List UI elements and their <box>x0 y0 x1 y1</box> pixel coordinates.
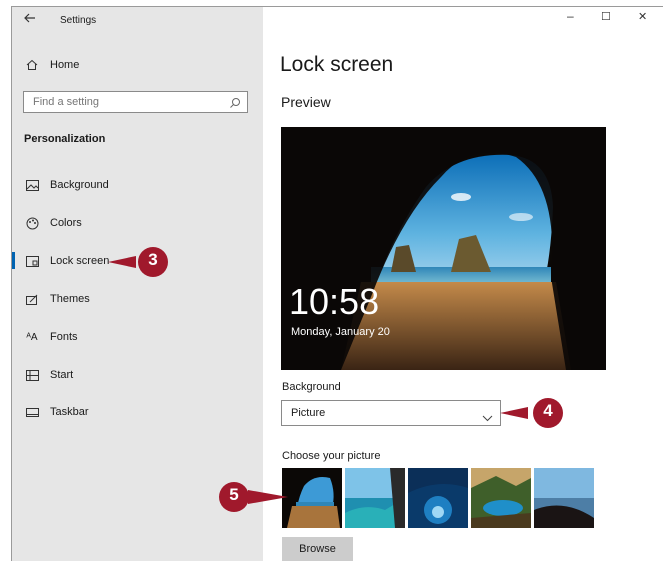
sidebar-item-fonts[interactable]: ᴬA Fonts <box>24 326 78 348</box>
close-button[interactable]: ✕ <box>638 10 647 23</box>
sidebar-item-label: Background <box>50 179 109 191</box>
chevron-down-icon <box>482 409 493 427</box>
picture-thumbnail-3[interactable] <box>408 468 468 528</box>
preview-time: 10:58 <box>289 281 380 322</box>
picture-thumbnail-5[interactable] <box>534 468 594 528</box>
sidebar-item-background[interactable]: Background <box>24 174 109 196</box>
search-input[interactable]: Find a setting <box>23 91 248 113</box>
lock-screen-icon <box>24 254 40 268</box>
background-dropdown[interactable]: Picture <box>281 400 501 426</box>
home-label: Home <box>50 59 80 71</box>
fonts-icon: ᴬA <box>26 331 38 343</box>
section-title: Personalization <box>24 133 106 145</box>
sidebar-item-label: Themes <box>50 293 90 305</box>
sidebar-item-label: Colors <box>50 217 82 229</box>
sidebar-item-label: Fonts <box>50 331 78 343</box>
sidebar-item-colors[interactable]: Colors <box>24 212 82 234</box>
page-title: Lock screen <box>280 53 394 76</box>
search-placeholder: Find a setting <box>33 96 100 108</box>
preview-date: Monday, January 20 <box>291 326 390 338</box>
browse-button[interactable]: Browse <box>282 537 353 561</box>
background-dropdown-value: Picture <box>291 407 326 419</box>
callout-3-pointer <box>108 247 168 277</box>
background-icon <box>24 178 40 192</box>
home-icon <box>24 58 40 72</box>
callout-4: 4 <box>543 401 553 420</box>
choose-picture-label: Choose your picture <box>282 450 381 462</box>
sidebar-item-lock-screen[interactable]: Lock screen <box>24 250 109 272</box>
back-button[interactable] <box>24 12 36 26</box>
app-title: Settings <box>60 15 97 26</box>
sidebar-item-start[interactable]: Start <box>24 364 73 386</box>
taskbar-icon <box>24 405 40 419</box>
preview-heading: Preview <box>281 94 331 110</box>
sidebar-item-taskbar[interactable]: Taskbar <box>24 401 89 423</box>
sidebar-item-label: Start <box>50 369 74 381</box>
callout-3: 3 <box>148 250 158 269</box>
minimize-button[interactable]: – <box>567 9 574 23</box>
background-label: Background <box>282 381 341 393</box>
callout-5: 5 <box>229 485 239 504</box>
sidebar-item-themes[interactable]: Themes <box>24 288 90 310</box>
picture-thumbnail-4[interactable] <box>471 468 531 528</box>
back-arrow-icon <box>24 13 35 23</box>
sidebar-home[interactable]: Home <box>24 54 79 76</box>
selected-indicator <box>12 252 15 269</box>
themes-icon <box>24 292 40 306</box>
colors-icon <box>24 216 40 230</box>
callout-4-pointer <box>500 398 563 428</box>
sidebar-item-label: Lock screen <box>50 255 110 267</box>
picture-thumbnail-1[interactable] <box>282 468 342 528</box>
picture-thumbnail-2[interactable] <box>345 468 405 528</box>
lock-screen-preview: 10:58 Monday, January 20 <box>281 127 606 370</box>
sidebar-item-label: Taskbar <box>50 406 89 418</box>
search-icon <box>229 96 241 114</box>
maximize-button[interactable]: ☐ <box>601 10 611 23</box>
start-icon <box>24 368 40 382</box>
